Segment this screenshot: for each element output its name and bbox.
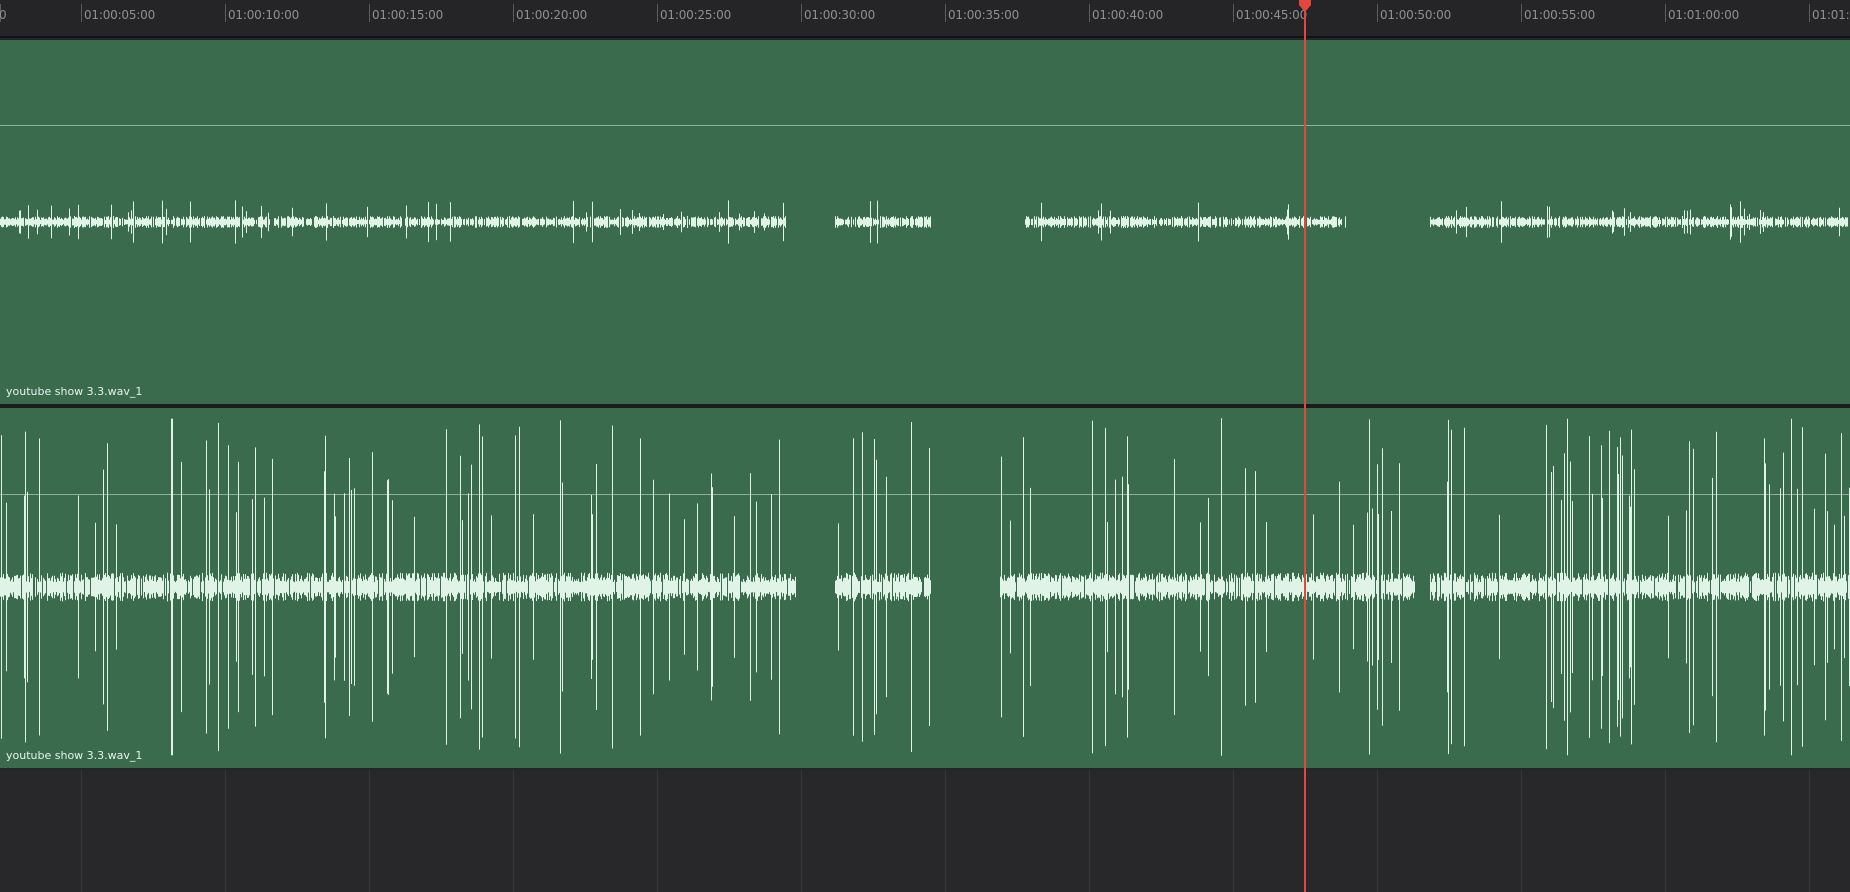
ruler-timecode-label: 01:00:50:00: [1380, 8, 1452, 22]
empty-area-grid-line: [1665, 770, 1666, 892]
ruler-tick: [1665, 4, 1666, 22]
ruler-timecode-label: 01:00:35:00: [948, 8, 1020, 22]
timeline-editor[interactable]: 0 01:00:05:00 01:00:10:00 01:00:15:00 01:00:…: [0, 0, 1850, 892]
empty-area-grid-line: [657, 770, 658, 892]
ruler-tick: [513, 4, 514, 22]
playhead-marker-icon[interactable]: [1298, 0, 1312, 12]
ruler-timecode-label: 01:00:30:00: [804, 8, 876, 22]
ruler-tick: [369, 4, 370, 22]
ruler-timecode-label: 01:01:0: [1812, 8, 1850, 22]
ruler-tick: [1233, 4, 1234, 22]
ruler-tick: [1089, 4, 1090, 22]
track-1-clip-name: youtube show 3.3.wav_1: [6, 385, 143, 398]
ruler-timecode-label: 01:00:40:00: [1092, 8, 1164, 22]
empty-area-grid-line: [1377, 770, 1378, 892]
track-2-waveform: [0, 418, 1850, 756]
ruler-tick: [1809, 4, 1810, 22]
ruler-timecode-label: 01:00:45:00: [1236, 8, 1308, 22]
audio-clip-track-2[interactable]: youtube show 3.3.wav_1: [0, 408, 1850, 768]
ruler-timecode-label: 01:00:55:00: [1524, 8, 1596, 22]
track-1-waveform: [0, 200, 1848, 244]
empty-area-grid-line: [1089, 770, 1090, 892]
empty-area-grid-line: [1233, 770, 1234, 892]
empty-area-grid-line: [513, 770, 514, 892]
ruler-timecode-label: 01:00:25:00: [660, 8, 732, 22]
ruler-tick: [81, 4, 82, 22]
empty-area-grid-line: [1809, 770, 1810, 892]
empty-area-grid-line: [369, 770, 370, 892]
ruler-timecode-label: 01:01:00:00: [1668, 8, 1740, 22]
empty-area-grid-line: [1521, 770, 1522, 892]
playhead-line[interactable]: [1304, 0, 1306, 892]
empty-area-grid-line: [225, 770, 226, 892]
ruler-timecode-label: 01:00:10:00: [228, 8, 300, 22]
ruler-timecode-label: 01:00:20:00: [516, 8, 588, 22]
empty-track-area[interactable]: [0, 770, 1850, 892]
audio-clip-track-1[interactable]: youtube show 3.3.wav_1: [0, 40, 1850, 404]
ruler-timecode-label: 01:00:05:00: [84, 8, 156, 22]
timecode-ruler[interactable]: 0 01:00:05:00 01:00:10:00 01:00:15:00 01:00:…: [0, 0, 1850, 38]
empty-area-grid-line: [945, 770, 946, 892]
ruler-tick: [801, 4, 802, 22]
empty-area-grid-line: [81, 770, 82, 892]
ruler-tick: [657, 4, 658, 22]
track-2-clip-name: youtube show 3.3.wav_1: [6, 749, 143, 762]
ruler-timecode-label: 01:00:15:00: [372, 8, 444, 22]
ruler-tick: [945, 4, 946, 22]
ruler-tick: [1377, 4, 1378, 22]
ruler-tick: [1521, 4, 1522, 22]
ruler-tick: [225, 4, 226, 22]
ruler-timecode-label: 0: [0, 8, 7, 22]
empty-area-grid-line: [801, 770, 802, 892]
